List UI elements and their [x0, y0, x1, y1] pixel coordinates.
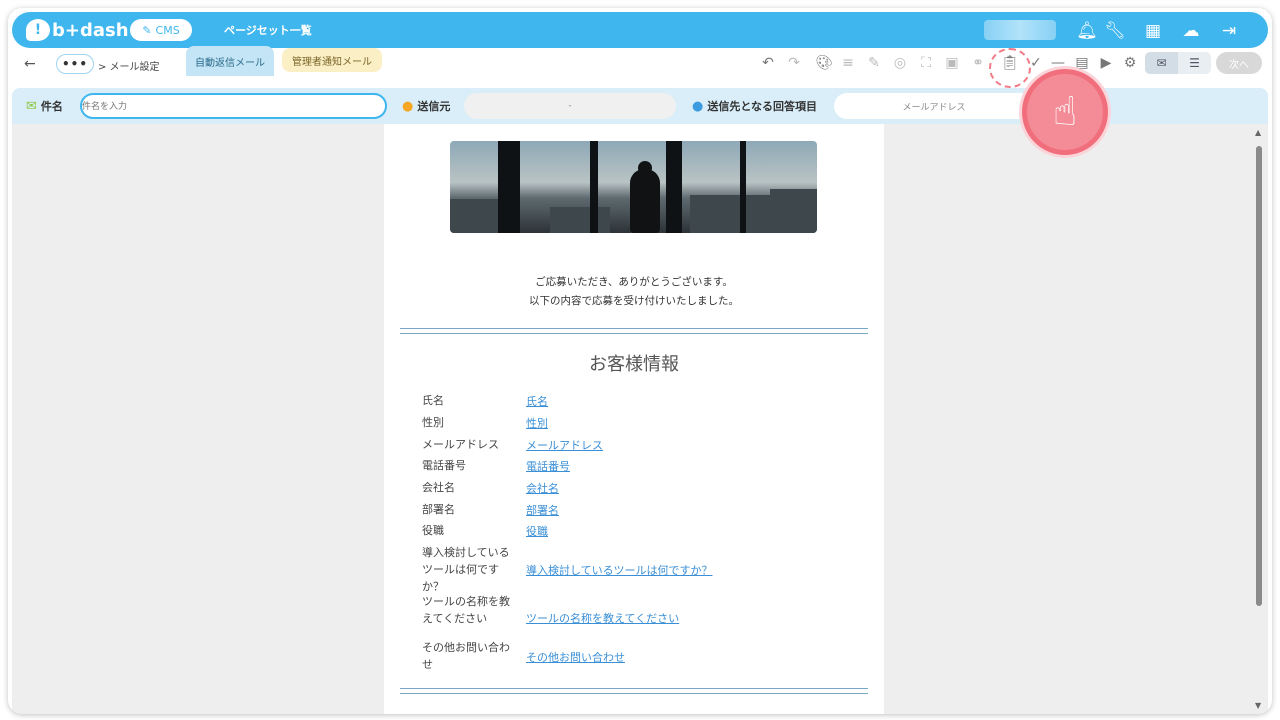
info-link[interactable]: 電話番号	[526, 458, 570, 474]
bell-icon[interactable]: 🔔︎	[1076, 20, 1098, 42]
info-label: 部署名	[422, 503, 455, 516]
info-link[interactable]: 部署名	[526, 502, 559, 518]
logout-icon[interactable]: ⇥	[1218, 20, 1240, 42]
info-link[interactable]: 性別	[526, 415, 548, 431]
undo-icon[interactable]: ↶	[758, 53, 778, 73]
info-label: 氏名	[422, 394, 444, 407]
logo-bubble-icon: !	[26, 19, 50, 41]
logo[interactable]: ! b+dash	[26, 16, 129, 44]
back-arrow-icon[interactable]: ←	[24, 56, 36, 72]
info-link[interactable]: その他お問い合わせ	[526, 649, 625, 665]
subject-label: 件名	[40, 100, 63, 113]
cms-button[interactable]: ✎ CMS	[130, 19, 192, 41]
recipient-label-group: ● 送信先となる回答項目	[692, 98, 817, 114]
redo-icon[interactable]: ↷	[784, 53, 804, 73]
editor-canvas: ご応募いただき、ありがとうございます。 以下の内容で応募を受け付けいたしました。…	[12, 124, 1268, 714]
breadcrumb: > メール設定	[98, 62, 160, 73]
thanks-line-2: 以下の内容で応募を受け付けいたしました。	[529, 295, 739, 307]
text-view-icon[interactable]: ☰	[1178, 52, 1211, 74]
person-icon: ●	[692, 98, 704, 114]
tab-auto-reply[interactable]: 自動返信メール	[186, 46, 274, 76]
info-label: 性別	[422, 416, 444, 429]
page-set-list-link[interactable]: ページセット一覧	[224, 22, 312, 38]
view-toggle: ✉ ☰	[1145, 52, 1211, 74]
subject-label-group: ✉ 件名	[26, 98, 63, 114]
gear-icon[interactable]: ⚙	[1120, 53, 1140, 73]
mail-icon: ✉	[26, 98, 37, 114]
app-window: ! b+dash ✎ CMS ページセット一覧 🔔︎ 🔧︎ ▦ ☁ ⇥ ← ••…	[8, 8, 1272, 714]
info-link[interactable]: メールアドレス	[526, 437, 603, 453]
image-icon[interactable]: ▣	[942, 53, 962, 73]
more-breadcrumb-button[interactable]: •••	[56, 54, 94, 74]
hero-image[interactable]	[450, 141, 817, 233]
info-label: ツールの名称を教えてください	[422, 595, 510, 625]
highlight-ring	[989, 48, 1031, 88]
cms-label: CMS	[155, 23, 180, 37]
sender-field[interactable]: -	[464, 93, 676, 119]
scroll-down-icon[interactable]: ▼	[1255, 701, 1261, 710]
tab-admin-notification[interactable]: 管理者通知メール	[282, 48, 382, 72]
scroll-thumb[interactable]	[1256, 146, 1262, 606]
info-label: 導入検討しているツールは何ですか？	[422, 546, 510, 593]
recipient-label: 送信先となる回答項目	[707, 100, 818, 113]
target-icon[interactable]: ◎	[890, 53, 910, 73]
person-icon: ●	[402, 98, 414, 114]
palette-icon[interactable]: 🎨︎	[814, 53, 834, 73]
pen-icon[interactable]: ✎	[864, 53, 884, 73]
sender-label-group: ● 送信元	[402, 98, 450, 114]
info-link[interactable]: 役職	[526, 523, 548, 539]
email-preview: ご応募いただき、ありがとうございます。 以下の内容で応募を受け付けいたしました。…	[384, 124, 884, 714]
wrench-icon[interactable]: 🔧︎	[1104, 20, 1126, 42]
support-icon[interactable]: ☁	[1180, 20, 1202, 42]
scrollbar[interactable]: ▲ ▼	[1252, 124, 1266, 714]
info-label: 役職	[422, 524, 444, 537]
thanks-line-1: ご応募いただき、ありがとうございます。	[535, 276, 733, 288]
info-label: その他お問い合わせ	[422, 641, 510, 671]
sender-label: 送信元	[417, 100, 451, 113]
info-label: 電話番号	[422, 459, 466, 472]
subject-input[interactable]	[80, 93, 387, 119]
top-bar: ! b+dash ✎ CMS ページセット一覧 🔔︎ 🔧︎ ▦ ☁ ⇥	[12, 12, 1268, 48]
link-icon[interactable]: ⚭	[968, 53, 988, 73]
pointer-hand-badge: ☝	[1019, 66, 1111, 158]
grid-icon[interactable]: ▦	[1142, 20, 1164, 42]
info-link[interactable]: 導入検討しているツールは何ですか？	[526, 562, 712, 578]
expand-icon[interactable]: ⛶	[916, 53, 936, 73]
align-text-icon[interactable]: ≡	[838, 53, 858, 73]
recipient-select[interactable]: メールアドレス	[834, 93, 1034, 119]
edit-icon: ✎	[142, 23, 152, 37]
video-icon[interactable]: ▶	[1096, 53, 1116, 73]
info-label: 会社名	[422, 481, 455, 494]
mail-view-icon[interactable]: ✉	[1145, 52, 1178, 74]
divider-line	[400, 328, 868, 334]
pointing-hand-icon: ☝	[1027, 74, 1103, 150]
info-link[interactable]: ツールの名称を教えてください	[526, 610, 679, 626]
info-link[interactable]: 氏名	[526, 393, 548, 409]
next-button[interactable]: 次へ	[1216, 52, 1262, 74]
section-title: お客様情報	[589, 354, 679, 375]
info-label: メールアドレス	[422, 438, 499, 451]
info-link[interactable]: 会社名	[526, 480, 559, 496]
divider-line	[400, 688, 868, 694]
logo-text: b+dash	[52, 19, 129, 41]
user-name-blurred	[984, 20, 1056, 40]
scroll-up-icon[interactable]: ▲	[1255, 128, 1261, 137]
